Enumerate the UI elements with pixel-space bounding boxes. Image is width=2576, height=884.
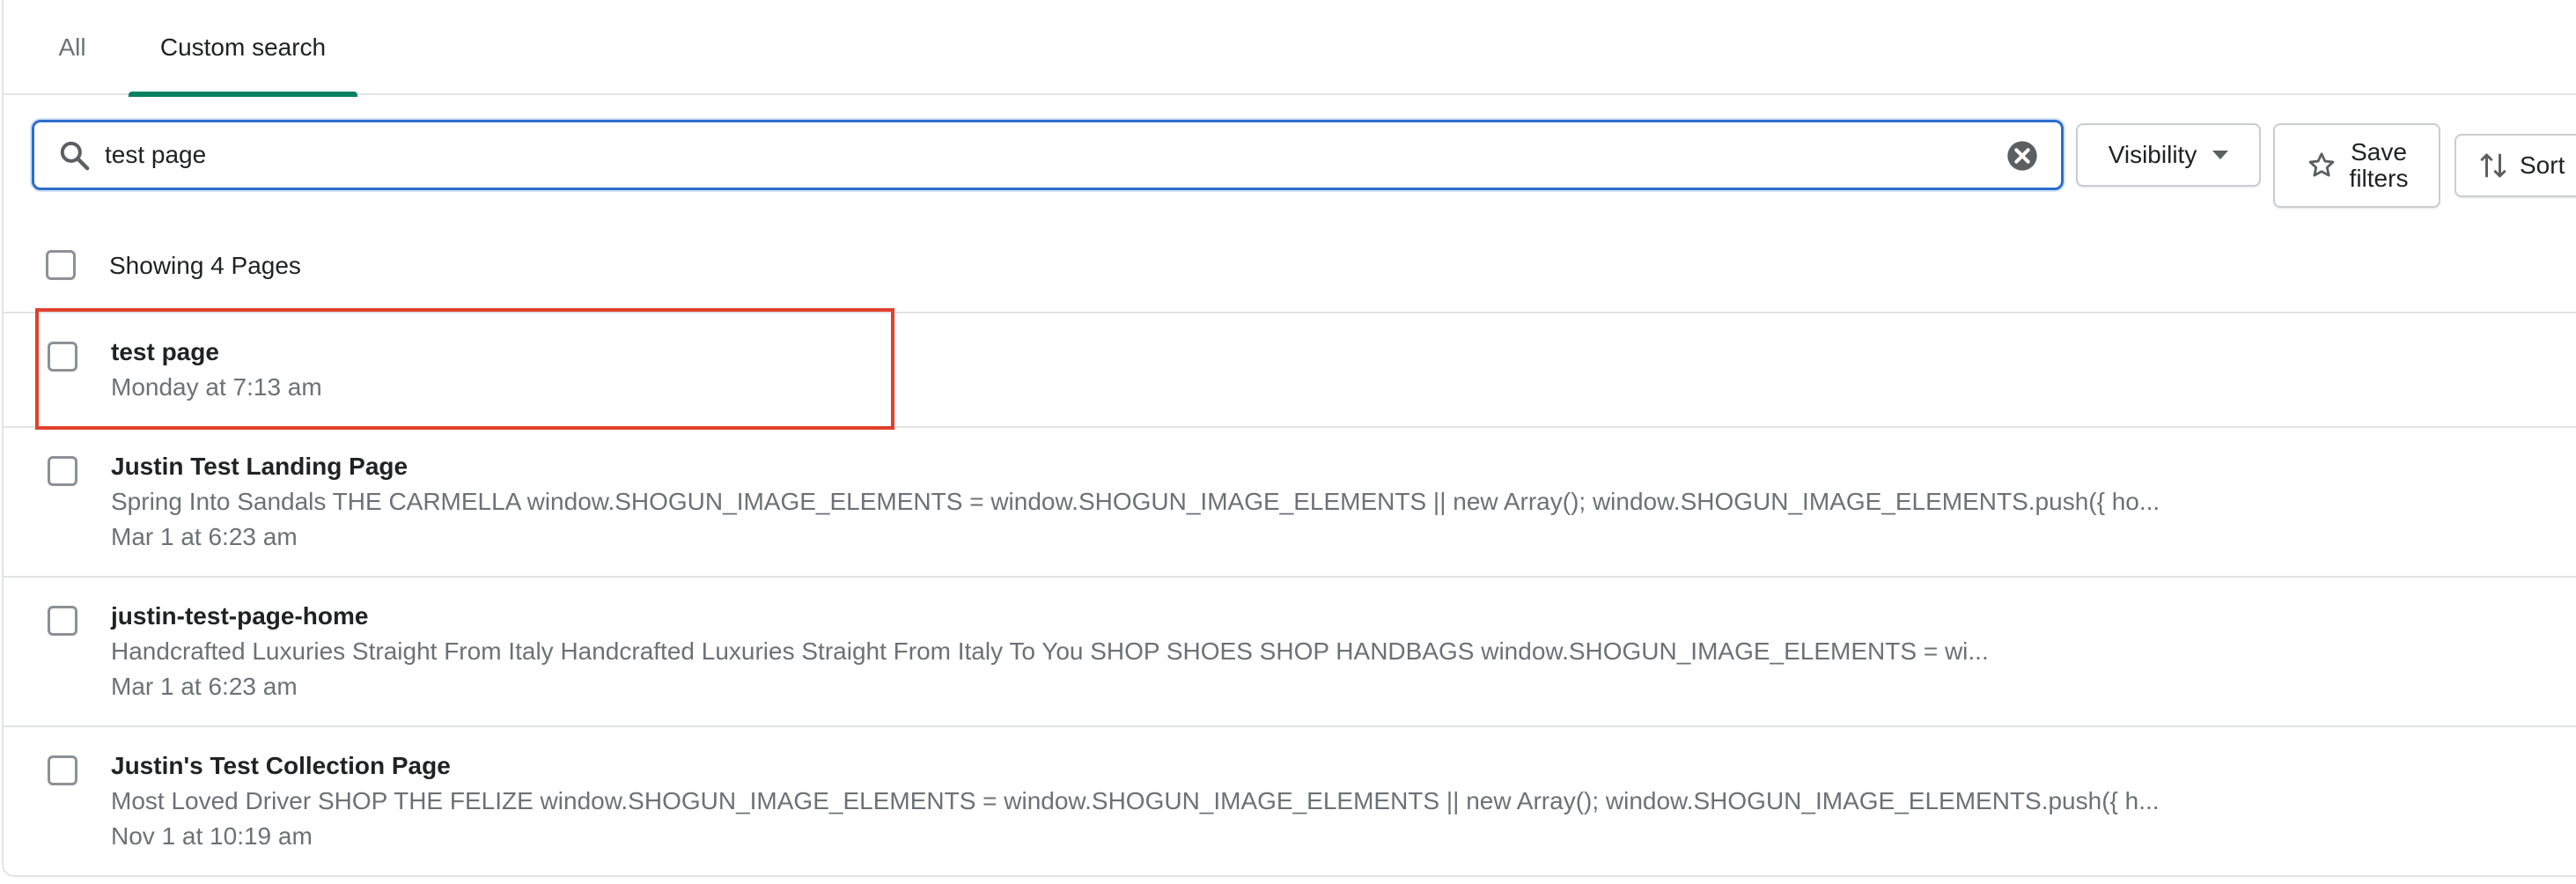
tab-custom-search[interactable]: Custom search (129, 0, 357, 97)
tab-custom-search-label: Custom search (159, 33, 327, 61)
row-checkbox[interactable] (48, 456, 77, 486)
list-item[interactable]: justin-test-page-home Handcrafted Luxuri… (4, 578, 2576, 727)
tab-selected-indicator (129, 92, 357, 97)
search-field[interactable] (32, 120, 2064, 190)
list-item[interactable]: test page Monday at 7:13 am (4, 313, 2576, 428)
row-checkbox[interactable] (48, 342, 77, 372)
list-header: Showing 4 Pages (4, 225, 2576, 313)
sort-arrows-icon (2480, 153, 2506, 178)
save-filters-label-line2: filters (2349, 165, 2409, 192)
list-item[interactable]: Justin's Test Collection Page Most Loved… (4, 727, 2576, 875)
search-icon (60, 141, 90, 171)
page-excerpt: Most Loved Driver SHOP THE FELIZE window… (111, 787, 2160, 814)
page-title[interactable]: Justin Test Landing Page (111, 453, 408, 481)
caret-down-icon (2212, 151, 2229, 159)
tab-all-label: All (58, 33, 86, 61)
tab-bar: All Custom search (4, 0, 2576, 97)
row-checkbox[interactable] (48, 755, 77, 785)
page-title[interactable]: Justin's Test Collection Page (111, 752, 451, 780)
list-item[interactable]: Justin Test Landing Page Spring Into San… (4, 428, 2576, 578)
visibility-filter-button[interactable]: Visibility (2076, 123, 2261, 187)
page-excerpt: Handcrafted Luxuries Straight From Italy… (111, 637, 1989, 665)
select-all-checkbox[interactable] (46, 250, 76, 280)
pages-list-card: All Custom search Visibility Save filter… (2, 0, 2576, 877)
page-date: Monday at 7:13 am (111, 373, 322, 401)
save-filters-label: Save filters (2350, 139, 2409, 192)
results-count: Showing 4 Pages (109, 252, 301, 279)
page-excerpt: Spring Into Sandals THE CARMELLA window.… (111, 488, 2160, 515)
visibility-filter-label: Visibility (2108, 141, 2197, 168)
page-date: Nov 1 at 10:19 am (111, 822, 313, 850)
sort-button[interactable]: Sort (2455, 134, 2576, 197)
page-title[interactable]: test page (111, 338, 219, 366)
sort-label: Sort (2520, 151, 2565, 179)
save-filters-label-line1: Save (2351, 138, 2407, 166)
save-filters-button[interactable]: Save filters (2273, 123, 2440, 208)
tab-all[interactable]: All (39, 0, 106, 95)
search-input[interactable] (105, 131, 1954, 179)
row-checkbox[interactable] (48, 606, 77, 636)
page-title[interactable]: justin-test-page-home (111, 602, 368, 630)
page-date: Mar 1 at 6:23 am (111, 673, 298, 700)
clear-icon[interactable] (2005, 138, 2040, 173)
star-icon (2308, 152, 2334, 177)
page-date: Mar 1 at 6:23 am (111, 523, 298, 550)
